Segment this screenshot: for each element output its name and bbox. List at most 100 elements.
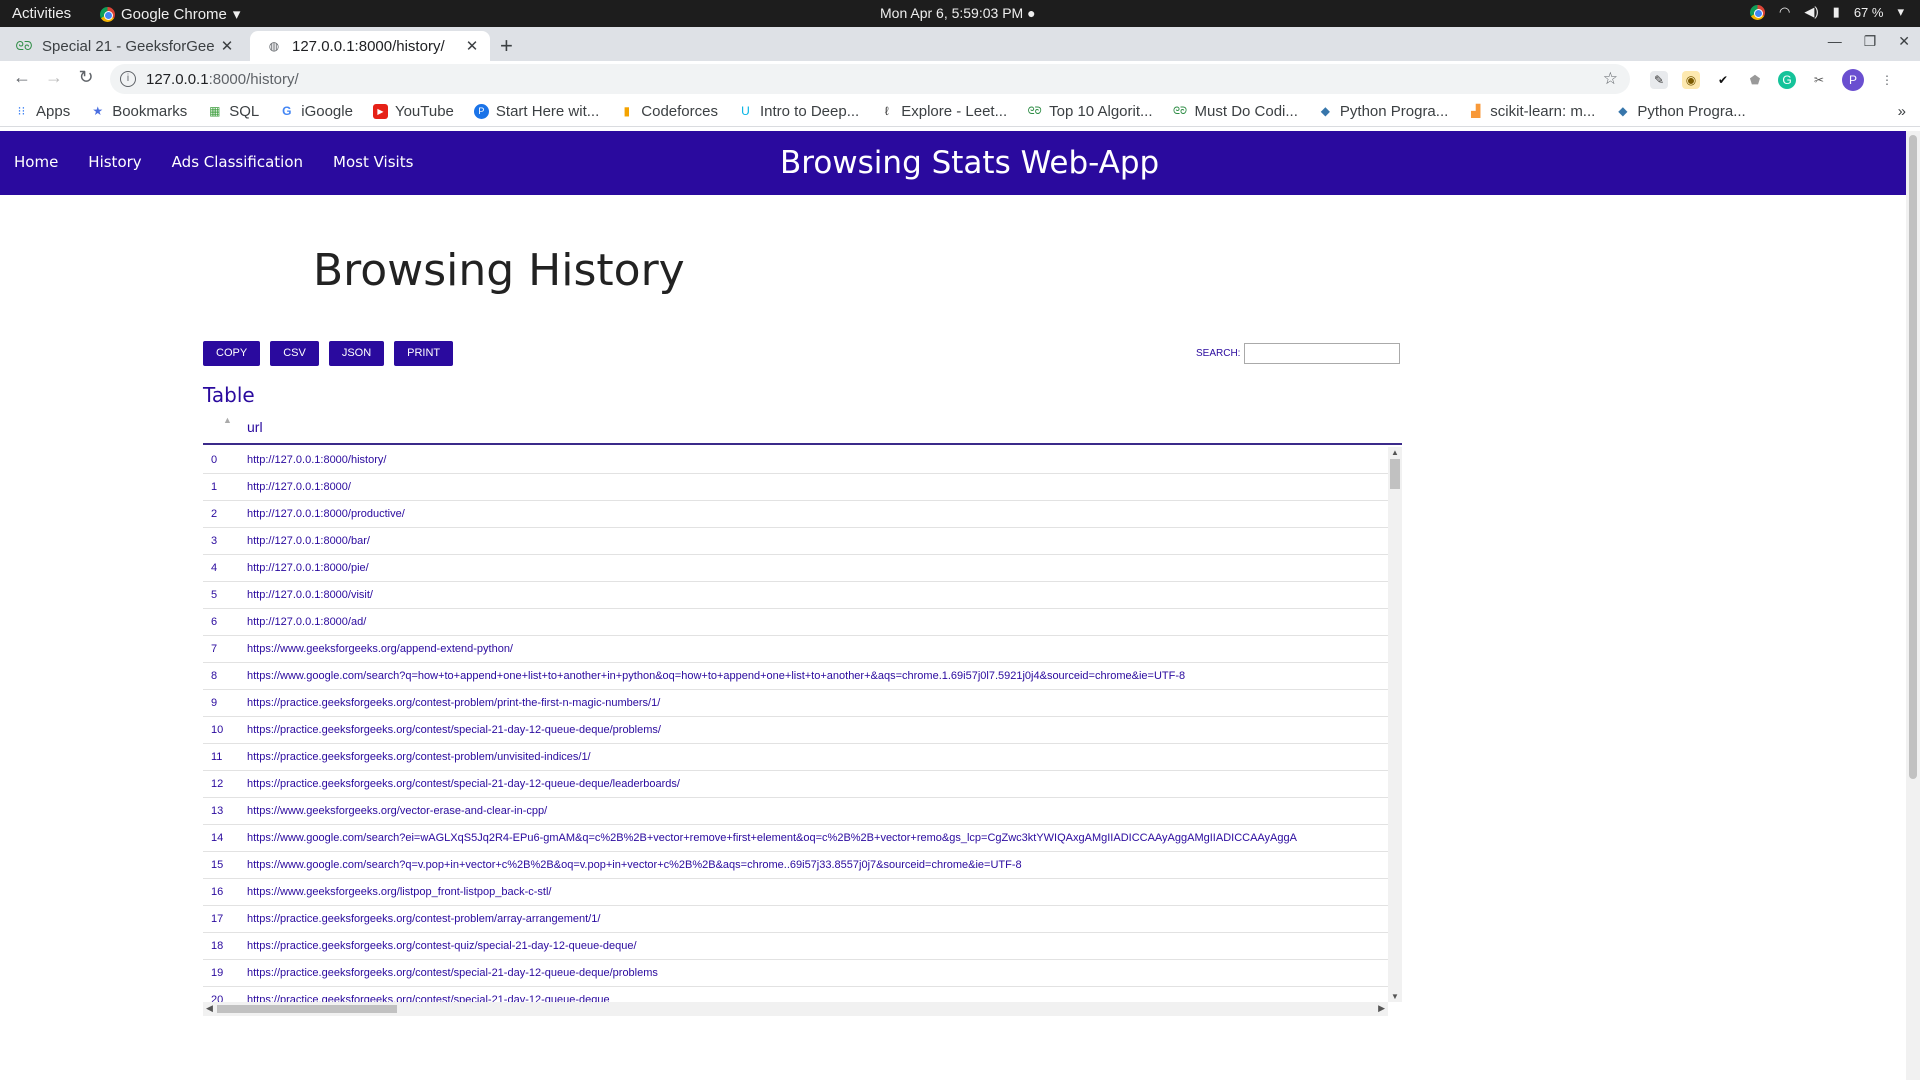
nav-ads-classification[interactable]: Ads Classification <box>172 153 303 171</box>
row-url[interactable]: http://127.0.0.1:8000/ <box>247 481 1388 493</box>
tab-close-icon[interactable]: ✕ <box>460 37 484 55</box>
tab-close-icon[interactable]: ✕ <box>215 37 239 55</box>
minimize-icon[interactable]: — <box>1828 33 1842 50</box>
row-index: 3 <box>211 535 218 547</box>
more-bookmarks-icon[interactable]: » <box>1898 103 1906 120</box>
shield-icon[interactable]: ⬟ <box>1746 71 1764 89</box>
bookmark-item[interactable]: ▦ SQL <box>207 103 259 120</box>
site-info-icon[interactable]: i <box>120 71 136 87</box>
row-url[interactable]: http://127.0.0.1:8000/bar/ <box>247 535 1388 547</box>
app-menu[interactable]: Google Chrome ▾ <box>100 5 240 23</box>
bookmark-item[interactable]: ◆ Python Progra... <box>1318 103 1449 120</box>
csv-button[interactable]: CSV <box>270 341 319 366</box>
bookmark-item[interactable]: ▮ Codeforces <box>619 103 718 120</box>
extension-2-icon[interactable]: ◉ <box>1682 71 1700 89</box>
table-search: SEARCH: <box>1196 343 1401 364</box>
tools-icon[interactable]: ✂ <box>1810 71 1828 89</box>
bookmark-item[interactable]: GiGoogle <box>279 103 353 120</box>
bookmark-item[interactable]: P Start Here wit... <box>473 103 599 120</box>
table-row: 2 http://127.0.0.1:8000/productive/ <box>203 501 1388 528</box>
forward-icon[interactable]: → <box>42 67 66 88</box>
table-row: 18 https://practice.geeksforgeeks.org/con… <box>203 933 1388 960</box>
bookmark-item[interactable]: ᘓᘐ Must Do Codi... <box>1173 103 1298 120</box>
new-tab-icon[interactable]: + <box>500 33 513 59</box>
row-index: 18 <box>211 940 224 952</box>
table-row: 10 https://practice.geeksforgeeks.org/con… <box>203 717 1388 744</box>
print-button[interactable]: PRINT <box>394 341 454 366</box>
table-row: 1 http://127.0.0.1:8000/ <box>203 474 1388 501</box>
bookmark-star-icon[interactable]: ☆ <box>1603 69 1618 89</box>
reload-icon[interactable]: ↻ <box>74 67 98 88</box>
scroll-down-icon[interactable]: ▼ <box>1391 992 1399 1001</box>
address-bar[interactable]: i 127.0.0.1:8000/history/ ☆ <box>110 64 1630 94</box>
bookmark-item[interactable]: ◆ Python Progra... <box>1615 103 1746 120</box>
table-row: 0 http://127.0.0.1:8000/history/ <box>203 447 1388 474</box>
row-url[interactable]: http://127.0.0.1:8000/pie/ <box>247 562 1388 574</box>
leetcode-icon: ℓ <box>884 104 889 118</box>
bookmark-item[interactable]: ⁝⁝ Apps <box>14 103 71 120</box>
tab-geeksforgeeks[interactable]: ᘓᘐ Special 21 - GeeksforGeeks ✕ <box>0 31 245 61</box>
close-window-icon[interactable]: ✕ <box>1898 33 1910 50</box>
search-input[interactable] <box>1244 343 1401 364</box>
system-tray[interactable]: ◠ ◀) ▮ 67 % ▾ <box>1750 4 1904 20</box>
scroll-up-icon[interactable]: ▲ <box>1391 448 1399 457</box>
scroll-thumb[interactable] <box>1390 459 1400 489</box>
activities-button[interactable]: Activities <box>12 5 71 22</box>
menu-dots-icon[interactable]: ⋮ <box>1878 71 1896 89</box>
bookmark-item[interactable]: ℓ Explore - Leet... <box>879 103 1007 120</box>
table-vertical-scrollbar[interactable]: ▲ ▼ <box>1388 447 1402 1002</box>
back-icon[interactable]: ← <box>10 67 34 88</box>
bookmark-item[interactable]: ★ Bookmarks <box>90 103 187 120</box>
row-url[interactable]: http://127.0.0.1:8000/ad/ <box>247 616 1388 628</box>
row-url[interactable]: https://practice.geeksforgeeks.org/conte… <box>247 940 1388 952</box>
row-url[interactable]: https://practice.geeksforgeeks.org/conte… <box>247 913 1388 925</box>
nav-most-visits[interactable]: Most Visits <box>333 153 413 171</box>
bookmark-item[interactable]: ᘓᘐ Top 10 Algorit... <box>1027 103 1153 120</box>
row-url[interactable]: http://127.0.0.1:8000/history/ <box>247 454 1388 466</box>
row-url[interactable]: https://practice.geeksforgeeks.org/conte… <box>247 697 1388 709</box>
row-index: 14 <box>211 832 224 844</box>
tab-history[interactable]: ◍ 127.0.0.1:8000/history/ ✕ <box>250 31 490 61</box>
column-header-url[interactable]: url <box>247 419 263 435</box>
site-brand: Browsing Stats Web-App <box>780 145 1160 181</box>
scroll-right-icon[interactable]: ▶ <box>1378 1003 1385 1014</box>
row-url[interactable]: https://www.geeksforgeeks.org/listpop_fr… <box>247 886 1388 898</box>
json-button[interactable]: JSON <box>328 341 385 366</box>
scroll-thumb[interactable] <box>217 1005 397 1013</box>
table-row: 5 http://127.0.0.1:8000/visit/ <box>203 582 1388 609</box>
row-url[interactable]: https://practice.geeksforgeeks.org/conte… <box>247 751 1388 763</box>
page-scroll-thumb[interactable] <box>1909 135 1917 779</box>
nav-home[interactable]: Home <box>14 153 58 171</box>
row-url[interactable]: https://www.google.com/search?q=v.pop+in… <box>247 859 1388 871</box>
row-url[interactable]: https://www.geeksforgeeks.org/vector-era… <box>247 805 1388 817</box>
extension-3-icon[interactable]: ✔ <box>1714 71 1732 89</box>
row-url[interactable]: https://practice.geeksforgeeks.org/conte… <box>247 778 1388 790</box>
copy-button[interactable]: COPY <box>203 341 261 366</box>
profile-avatar[interactable]: P <box>1842 69 1864 91</box>
page-scrollbar[interactable] <box>1906 131 1920 1080</box>
row-url[interactable]: https://practice.geeksforgeeks.org/conte… <box>247 967 1388 979</box>
python-icon: ◆ <box>1618 104 1628 118</box>
row-url[interactable]: http://127.0.0.1:8000/productive/ <box>247 508 1388 520</box>
row-url[interactable]: https://www.google.com/search?ei=wAGLXqS… <box>247 832 1388 844</box>
table-row: 15 https://www.google.com/search?q=v.pop+… <box>203 852 1388 879</box>
row-url[interactable]: https://practice.geeksforgeeks.org/conte… <box>247 994 1388 1002</box>
table-horizontal-scrollbar[interactable]: ◀ ▶ <box>203 1002 1388 1016</box>
bookmark-item[interactable]: ▶ YouTube <box>372 103 454 120</box>
row-url[interactable]: https://www.geeksforgeeks.org/append-ext… <box>247 643 1388 655</box>
extension-1-icon[interactable]: ✎ <box>1650 71 1668 89</box>
clock[interactable]: Mon Apr 6, 5:59:03 PM ● <box>880 5 1036 21</box>
nav-history[interactable]: History <box>88 153 141 171</box>
table-row: 20 https://practice.geeksforgeeks.org/con… <box>203 987 1388 1002</box>
grammarly-icon[interactable]: G <box>1778 71 1796 89</box>
scroll-left-icon[interactable]: ◀ <box>206 1003 213 1014</box>
row-url[interactable]: https://www.google.com/search?q=how+to+a… <box>247 670 1388 682</box>
bookmark-item[interactable]: U Intro to Deep... <box>738 103 859 120</box>
row-index: 13 <box>211 805 224 817</box>
sort-asc-icon[interactable]: ▲ <box>223 415 232 425</box>
bookmark-item[interactable]: ▟ scikit-learn: m... <box>1468 103 1595 120</box>
browser-toolbar: ← → ↻ i 127.0.0.1:8000/history/ ☆ ✎ ◉ ✔ … <box>0 61 1920 97</box>
row-url[interactable]: http://127.0.0.1:8000/visit/ <box>247 589 1388 601</box>
maximize-icon[interactable]: ❐ <box>1864 33 1877 50</box>
row-url[interactable]: https://practice.geeksforgeeks.org/conte… <box>247 724 1388 736</box>
